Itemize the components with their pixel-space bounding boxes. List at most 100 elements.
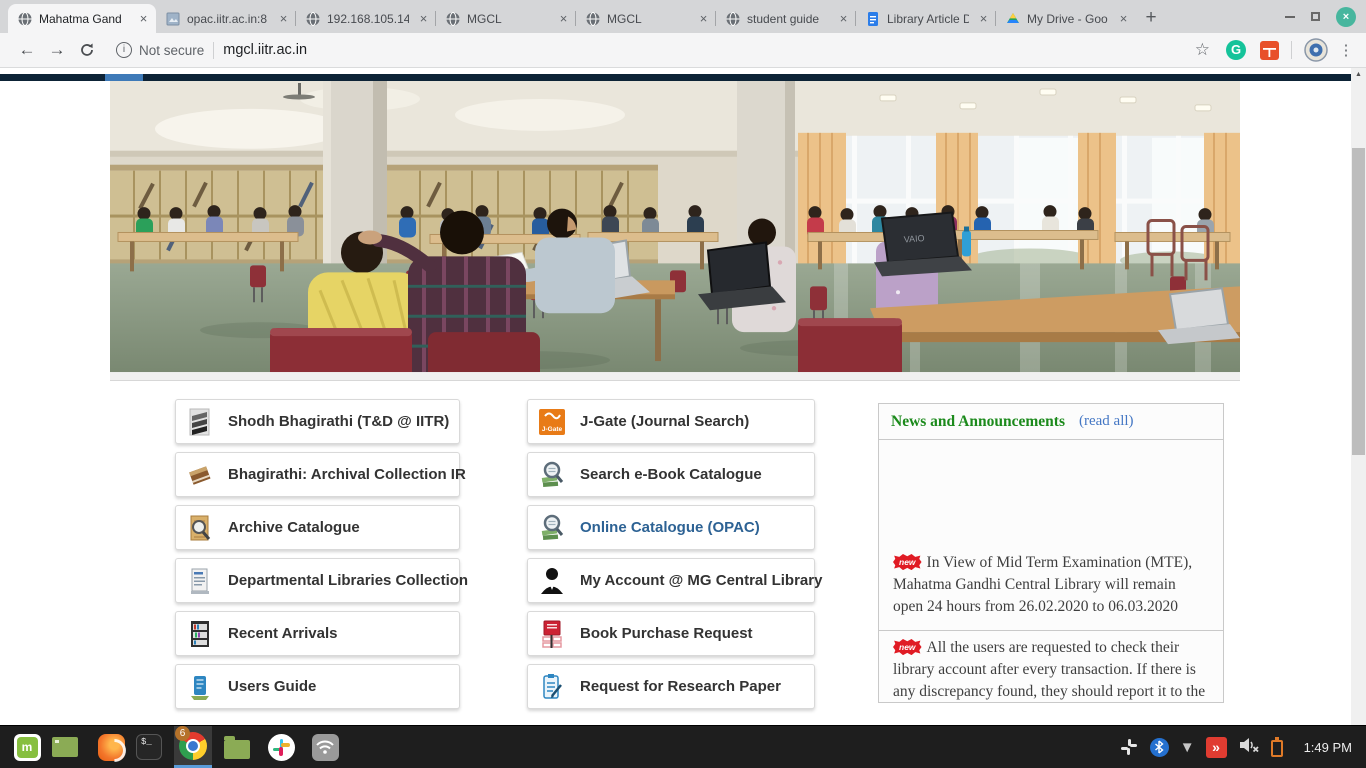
tab-mgcl-1[interactable]: MGCL × <box>436 4 576 33</box>
jgate-icon: J-Gate <box>539 407 565 437</box>
button-label: Archive Catalogue <box>228 519 360 536</box>
page-info-icon[interactable]: i <box>116 42 132 58</box>
tab-close-icon[interactable]: × <box>275 10 292 27</box>
tab-student-guide[interactable]: student guide × <box>716 4 856 33</box>
book-purchase-request-button[interactable]: Book Purchase Request <box>527 611 815 656</box>
opac-search-icon <box>539 513 565 543</box>
button-label: Book Purchase Request <box>580 625 753 642</box>
file-manager-launcher[interactable] <box>218 727 256 767</box>
scrollbar-thumb[interactable] <box>1352 148 1365 455</box>
tab-close-icon[interactable]: × <box>835 10 852 27</box>
firefox-launcher[interactable] <box>92 727 130 767</box>
bookmark-star-icon[interactable]: ☆ <box>1195 40 1210 60</box>
tab-title: MGCL <box>467 12 549 26</box>
tab-library-article[interactable]: Library Article D × <box>856 4 996 33</box>
news-header: News and Announcements (read all) <box>879 404 1223 440</box>
screen: Mahatma Gand × opac.iitr.ac.in:8 × 192.1… <box>0 0 1366 768</box>
tab-opac[interactable]: opac.iitr.ac.in:8 × <box>156 4 296 33</box>
departmental-libraries-button[interactable]: Departmental Libraries Collection <box>175 558 460 603</box>
quick-links-left-column: Shodh Bhagirathi (T&D @ IITR) Bhagirathi… <box>175 399 460 717</box>
tab-mahatma-gandhi-library[interactable]: Mahatma Gand × <box>8 4 156 33</box>
globe-icon <box>725 11 741 27</box>
globe-icon <box>585 11 601 27</box>
folder-icon <box>224 740 250 759</box>
button-label: My Account @ MG Central Library <box>580 572 822 589</box>
forward-button[interactable]: → <box>42 40 72 60</box>
close-window-button[interactable]: × <box>1336 7 1356 27</box>
browser-menu-icon[interactable]: ⋮ <box>1338 41 1354 59</box>
new-tab-button[interactable]: + <box>1136 4 1166 33</box>
tab-title: Mahatma Gand <box>39 12 129 26</box>
purchase-book-icon <box>539 619 565 649</box>
bookshelf-icon <box>187 619 213 649</box>
tab-close-icon[interactable]: × <box>555 10 572 27</box>
request-research-paper-button[interactable]: Request for Research Paper <box>527 664 815 709</box>
ebook-search-icon <box>539 460 565 490</box>
bhagirathi-archival-button[interactable]: Bhagirathi: Archival Collection IR <box>175 452 460 497</box>
svg-text:J-Gate: J-Gate <box>542 426 563 433</box>
slack-launcher[interactable] <box>262 727 300 767</box>
mint-menu-button[interactable]: m <box>8 727 46 767</box>
chrome-taskbar-button[interactable]: 6 <box>174 726 212 768</box>
linux-mint-icon: m <box>14 734 41 761</box>
news-read-all-link[interactable]: (read all) <box>1079 413 1134 430</box>
maximize-button[interactable] <box>1311 12 1320 21</box>
button-label: Shodh Bhagirathi (T&D @ IITR) <box>228 413 449 430</box>
archive-catalogue-button[interactable]: Archive Catalogue <box>175 505 460 550</box>
browser-tab-strip: Mahatma Gand × opac.iitr.ac.in:8 × 192.1… <box>0 0 1366 33</box>
address-url[interactable]: mgcl.iitr.ac.in <box>223 42 307 58</box>
reload-icon <box>79 42 95 58</box>
button-label: J-Gate (Journal Search) <box>580 413 749 430</box>
terminal-launcher[interactable]: $_ <box>130 727 168 767</box>
scrollbar-up-arrow[interactable]: ▲ <box>1351 71 1366 78</box>
new-badge: new <box>893 554 922 570</box>
minimize-button[interactable] <box>1285 16 1295 18</box>
tab-ip-address[interactable]: 192.168.105.14 × <box>296 4 436 33</box>
wifi-tray-icon[interactable]: ▼ <box>1180 740 1195 755</box>
network-tool-launcher[interactable] <box>306 727 344 767</box>
button-label: Bhagirathi: Archival Collection IR <box>228 466 466 483</box>
anydesk-tray-icon[interactable]: » <box>1206 737 1227 758</box>
shodh-bhagirathi-button[interactable]: Shodh Bhagirathi (T&D @ IITR) <box>175 399 460 444</box>
tab-mgcl-2[interactable]: MGCL × <box>576 4 716 33</box>
tab-title: Library Article D <box>887 12 969 26</box>
terminal-icon: $_ <box>136 734 162 760</box>
profile-avatar[interactable] <box>1304 38 1328 62</box>
tab-close-icon[interactable]: × <box>1115 10 1132 27</box>
online-catalogue-opac-button[interactable]: Online Catalogue (OPAC) <box>527 505 815 550</box>
news-item-text: All the users are requested to check the… <box>893 639 1205 700</box>
archive-search-icon <box>187 513 213 543</box>
reload-button[interactable] <box>72 42 102 58</box>
show-desktop-button[interactable] <box>46 727 84 767</box>
bluetooth-tray-icon[interactable] <box>1150 738 1169 757</box>
tab-close-icon[interactable]: × <box>415 10 432 27</box>
my-account-button[interactable]: My Account @ MG Central Library <box>527 558 815 603</box>
tab-title: opac.iitr.ac.in:8 <box>187 12 269 26</box>
back-button[interactable]: ← <box>12 40 42 60</box>
globe-icon <box>305 11 321 27</box>
guide-book-icon <box>187 672 213 702</box>
button-label: Search e-Book Catalogue <box>580 466 762 483</box>
taskbar-clock[interactable]: 1:49 PM <box>1304 740 1352 755</box>
volume-muted-tray-icon[interactable] <box>1238 736 1260 759</box>
grammarly-extension-icon[interactable]: G <box>1226 40 1246 60</box>
battery-tray-icon[interactable] <box>1271 740 1283 757</box>
tab-title: 192.168.105.14 <box>327 12 409 26</box>
users-guide-button[interactable]: Users Guide <box>175 664 460 709</box>
library-photo-illustration: VAIO <box>110 81 1240 380</box>
extension-icon[interactable] <box>1260 41 1279 60</box>
slack-tray-icon[interactable] <box>1119 737 1139 757</box>
news-title: News and Announcements <box>891 413 1065 431</box>
globe-icon <box>17 11 33 27</box>
tab-close-icon[interactable]: × <box>975 10 992 27</box>
tab-close-icon[interactable]: × <box>135 10 152 27</box>
tab-close-icon[interactable]: × <box>695 10 712 27</box>
thesis-stack-icon <box>187 407 213 437</box>
jgate-button[interactable]: J-Gate J-Gate (Journal Search) <box>527 399 815 444</box>
site-nav-active-item[interactable] <box>105 74 143 81</box>
tab-my-drive[interactable]: My Drive - Goo × <box>996 4 1136 33</box>
user-account-icon <box>539 566 565 596</box>
search-ebook-catalogue-button[interactable]: Search e-Book Catalogue <box>527 452 815 497</box>
address-divider <box>213 42 214 59</box>
recent-arrivals-button[interactable]: Recent Arrivals <box>175 611 460 656</box>
